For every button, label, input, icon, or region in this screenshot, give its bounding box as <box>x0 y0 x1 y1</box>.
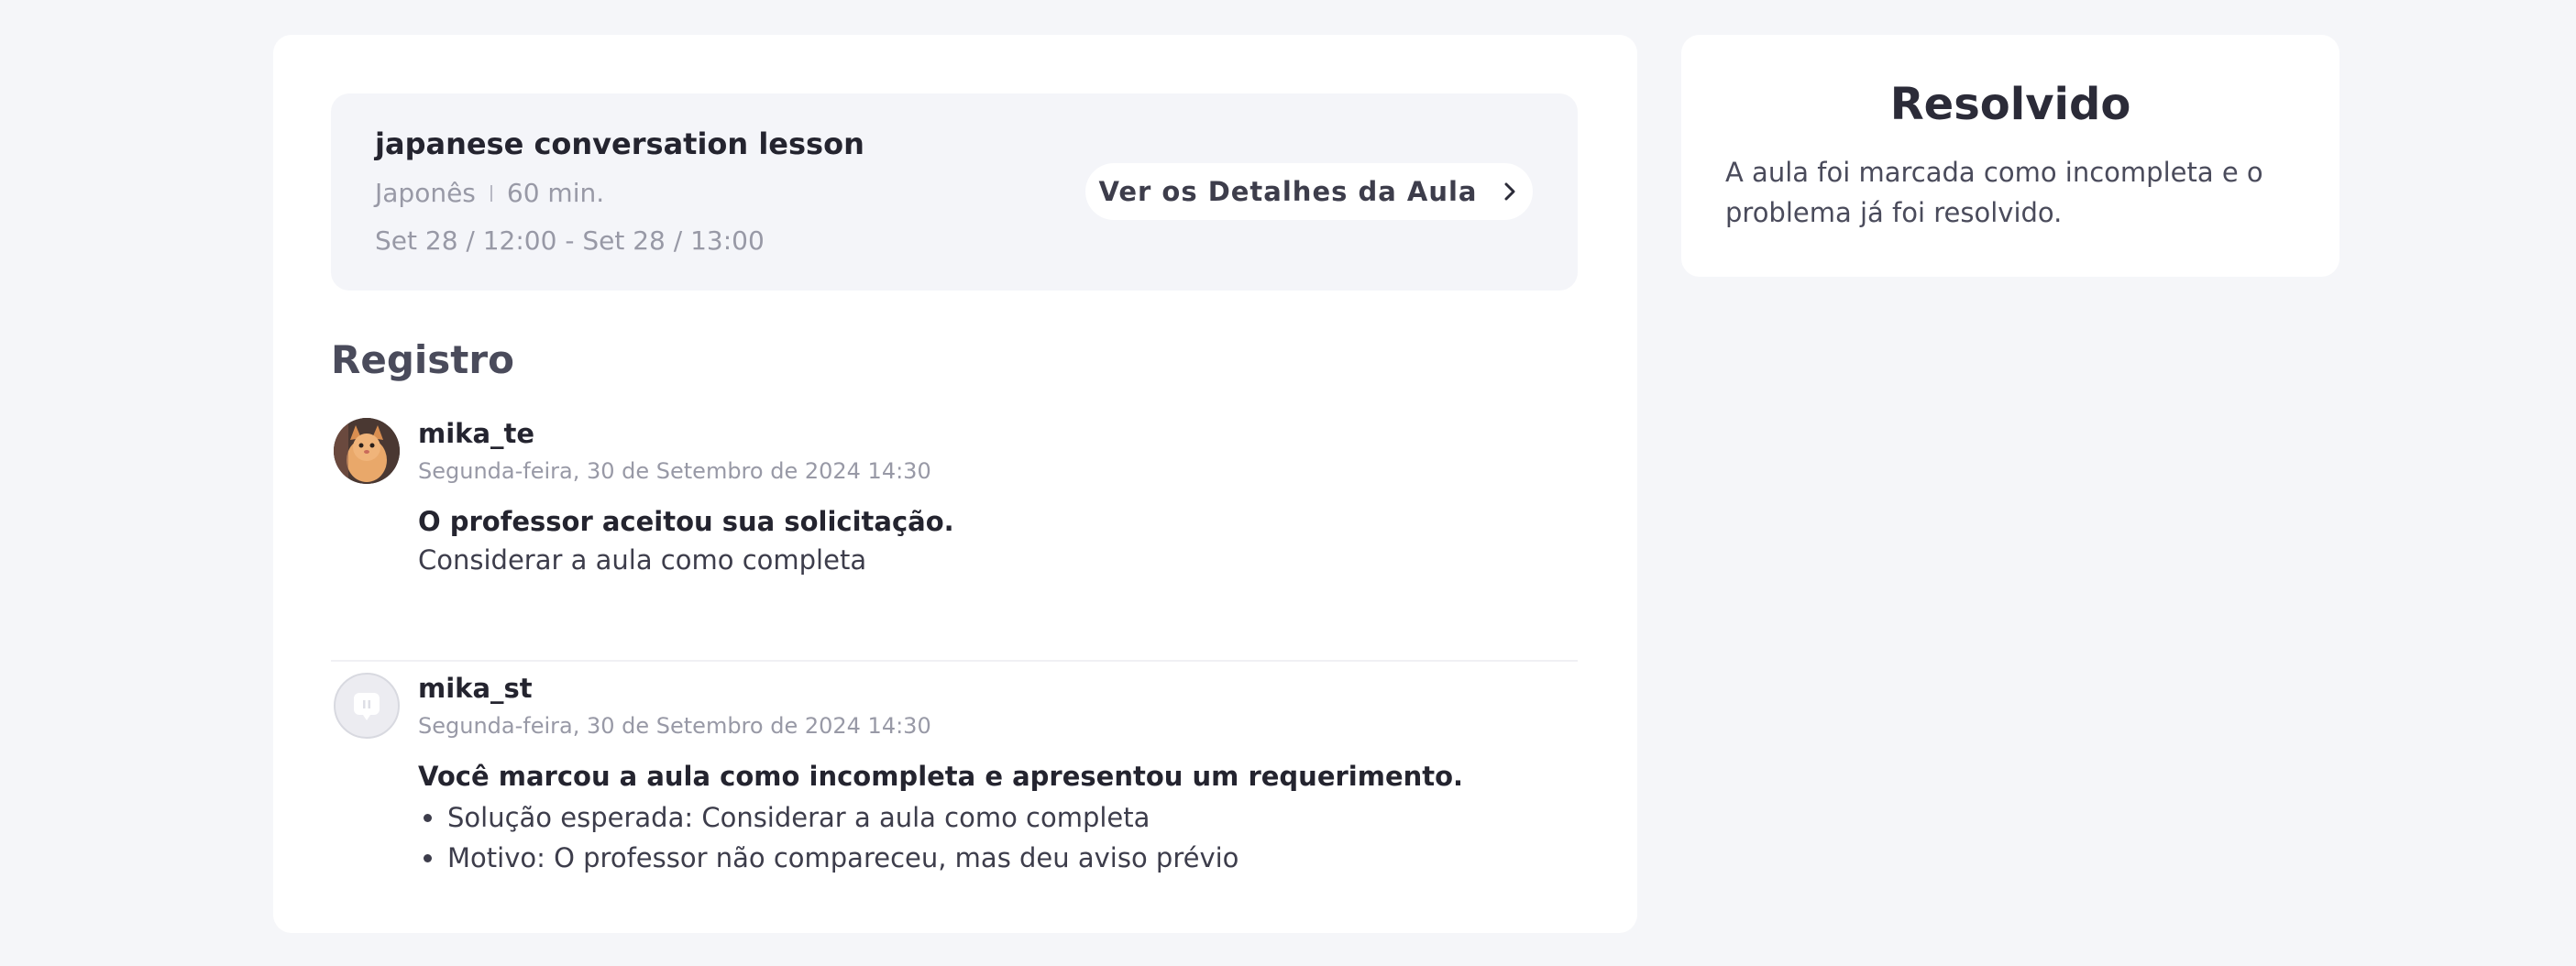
lesson-time-range: Set 28 / 12:00 - Set 28 / 13:00 <box>375 225 765 256</box>
lesson-meta: Japonês 60 min. <box>375 178 604 208</box>
entry-bullet-list: Solução esperada: Considerar a aula como… <box>418 797 1238 878</box>
lesson-title: japanese conversation lesson <box>375 126 864 161</box>
status-card: Resolvido A aula foi marcada como incomp… <box>1681 35 2339 277</box>
status-description: A aula foi marcada como incompleta e o p… <box>1725 157 2263 228</box>
entry-date: Segunda-feira, 30 de Setembro de 2024 14… <box>418 713 931 739</box>
entry-date: Segunda-feira, 30 de Setembro de 2024 14… <box>418 458 931 484</box>
lesson-summary-panel: japanese conversation lesson Japonês 60 … <box>331 93 1578 291</box>
cat-photo-icon <box>334 418 400 484</box>
entry-bullet-expected-solution: Solução esperada: Considerar a aula como… <box>418 797 1238 838</box>
entry-bullet-reason: Motivo: O professor não compareceu, mas … <box>418 838 1238 878</box>
entry-username: mika_te <box>418 418 535 449</box>
avatar <box>334 418 400 484</box>
log-section-title: Registro <box>331 337 514 382</box>
chevron-right-icon <box>1504 182 1514 201</box>
view-lesson-details-label: Ver os Detalhes da Aula <box>1098 176 1478 207</box>
entry-message: Você marcou a aula como incompleta e apr… <box>418 761 1464 792</box>
lesson-duration: 60 min. <box>506 178 605 208</box>
entry-username: mika_st <box>418 673 533 704</box>
entry-message: O professor aceitou sua solicitação. <box>418 506 954 537</box>
view-lesson-details-button[interactable]: Ver os Detalhes da Aula <box>1085 163 1533 220</box>
entry-divider <box>331 660 1578 662</box>
meta-divider <box>490 184 492 202</box>
lesson-log-card: japanese conversation lesson Japonês 60 … <box>273 35 1637 933</box>
lesson-language: Japonês <box>375 178 476 208</box>
default-avatar-icon <box>354 693 380 720</box>
avatar <box>334 673 400 739</box>
status-title: Resolvido <box>1889 79 2131 130</box>
entry-detail: Considerar a aula como completa <box>418 544 867 576</box>
